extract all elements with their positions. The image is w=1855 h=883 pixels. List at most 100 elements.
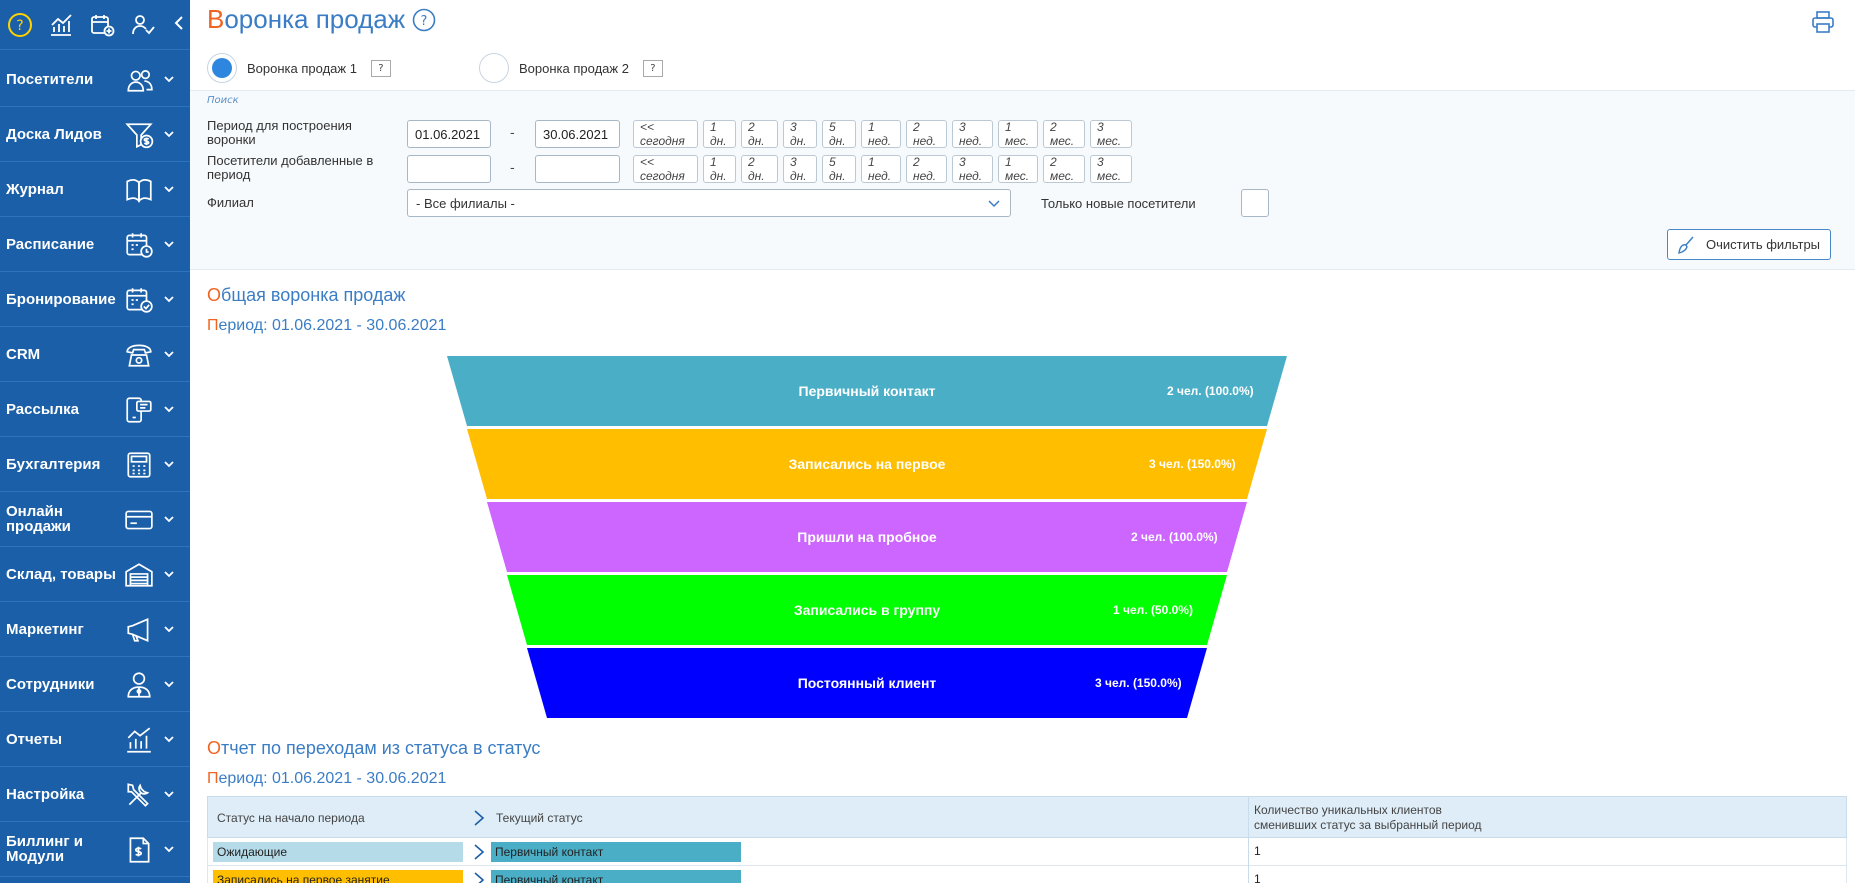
sidebar: ? Посетители Доска Лидов Журнал Расписание Б… [0, 0, 190, 883]
sidebar-item-book[interactable]: Журнал [0, 162, 190, 217]
svg-text:?: ? [16, 18, 23, 34]
sidebar-item-label: Бухгалтерия [6, 455, 101, 473]
calculator-icon [127, 452, 151, 478]
funnel-stage-value: 2 чел. (100.0%) [1131, 530, 1218, 544]
funnel-stage-label: Первичный контакт [799, 383, 936, 399]
header-current-status: Текущий статус [496, 811, 583, 825]
sidebar-item-employee[interactable]: Сотрудники [0, 657, 190, 712]
main-content: Воронка продаж ? Воронка продаж 1 ? Воро… [190, 0, 1855, 883]
sidebar-menu: Посетители Доска Лидов Журнал Расписание Бро… [0, 52, 190, 877]
chevron-down-icon[interactable] [162, 787, 176, 801]
analytics-icon[interactable] [47, 11, 75, 39]
sidebar-item-label: Склад, товары [6, 565, 116, 583]
chevron-down-icon[interactable] [162, 402, 176, 416]
sidebar-item-label: Настройка [6, 785, 85, 803]
calendar-check-icon [126, 288, 153, 313]
table-row: Записались на первое занятие Первичный ко… [207, 866, 1847, 883]
sidebar-item-calendar-clock[interactable]: Расписание [0, 217, 190, 272]
funnel-stage[interactable]: Записались на первое 3 чел. (150.0%) [467, 429, 1267, 499]
chevron-down-icon[interactable] [162, 237, 176, 251]
chevron-down-icon[interactable] [162, 72, 176, 86]
sidebar-item-label: Журнал [6, 180, 64, 198]
sidebar-item-mobile-message[interactable]: Рассылка [0, 382, 190, 437]
user-check-icon[interactable] [129, 11, 157, 39]
warehouse-icon [125, 563, 153, 587]
sidebar-item-label: Посетители [6, 70, 94, 88]
funnel-stage-label: Записались на первое [789, 456, 946, 472]
sidebar-item-calendar-check[interactable]: Бронирование [0, 272, 190, 327]
header-start-status: Статус на начало периода [217, 811, 365, 825]
sidebar-item-calculator[interactable]: Бухгалтерия [0, 437, 190, 492]
help-icon[interactable]: ? [6, 11, 34, 39]
sidebar-item-phone[interactable]: CRM [0, 327, 190, 382]
sidebar-item-label: Онлайн продажи [6, 503, 71, 535]
transition-count: 1 [1254, 844, 1261, 858]
sidebar-item-funnel-dollar[interactable]: Доска Лидов [0, 107, 190, 162]
funnel-stage[interactable]: Пришли на пробное 2 чел. (100.0%) [487, 502, 1247, 572]
sidebar-item-label: Доска Лидов [6, 125, 102, 143]
funnel-stage[interactable]: Первичный контакт 2 чел. (100.0%) [447, 356, 1287, 426]
sidebar-item-label: Бронирование [6, 290, 116, 308]
chevron-down-icon[interactable] [162, 127, 176, 141]
sidebar-item-users[interactable]: Посетители [0, 52, 190, 107]
calendar-clock-icon [126, 233, 153, 258]
funnel-stage-value: 3 чел. (150.0%) [1149, 457, 1236, 471]
users-icon [127, 70, 153, 92]
funnel-stage-value: 1 чел. (50.0%) [1113, 603, 1193, 617]
header-count: Количество уникальных клиентов сменивших… [1254, 797, 1482, 839]
sidebar-item-label: Рассылка [6, 400, 80, 418]
chevron-down-icon[interactable] [162, 347, 176, 361]
chevron-down-icon[interactable] [162, 842, 176, 856]
column-divider [1248, 866, 1249, 883]
header-count-line2: сменивших статус за выбранный период [1254, 818, 1482, 832]
report-title-rest: тчет по переходам из статуса в статус [221, 738, 541, 758]
sidebar-toolbar: ? [0, 0, 190, 50]
column-divider [1248, 797, 1249, 839]
app-root: ? Посетители Доска Лидов Журнал Расписание Б… [0, 0, 1855, 883]
funnel-stage-label: Пришли на пробное [797, 529, 937, 545]
chevron-right-icon [474, 844, 485, 860]
sidebar-item-megaphone[interactable]: Маркетинг [0, 602, 190, 657]
chevron-down-icon[interactable] [162, 622, 176, 636]
tools-icon [127, 783, 150, 807]
chevron-down-icon[interactable] [162, 732, 176, 746]
chevron-right-icon [474, 872, 485, 883]
chevron-down-icon[interactable] [162, 182, 176, 196]
sidebar-item-label: Отчеты [6, 730, 63, 748]
funnel-stage-value: 3 чел. (150.0%) [1095, 676, 1182, 690]
table-row: Ожидающие Первичный контакт 1 [207, 838, 1847, 866]
chevron-down-icon[interactable] [162, 677, 176, 691]
to-status: Первичный контакт [491, 842, 741, 862]
report-period: Период: 01.06.2021 - 30.06.2021 [207, 770, 446, 788]
funnel-stage[interactable]: Записались в группу 1 чел. (50.0%) [507, 575, 1227, 645]
report-title: Отчет по переходам из статуса в статус [207, 738, 540, 759]
funnel-stage[interactable]: Постоянный клиент 3 чел. (150.0%) [527, 648, 1207, 718]
add-event-icon[interactable] [88, 11, 116, 39]
from-status: Ожидающие [213, 842, 463, 862]
sidebar-item-billing-doc[interactable]: Биллинг и Модули [0, 822, 190, 877]
phone-icon [126, 344, 152, 367]
column-divider [1248, 838, 1249, 866]
chevron-down-icon[interactable] [162, 457, 176, 471]
sidebar-item-label: Биллинг и Модули [6, 833, 83, 865]
sidebar-item-tools[interactable]: Настройка [0, 767, 190, 822]
credit-card-icon [125, 510, 153, 530]
chevron-down-icon[interactable] [162, 567, 176, 581]
sidebar-item-label: Расписание [6, 235, 95, 253]
book-icon [126, 179, 152, 203]
billing-doc-icon [129, 837, 150, 863]
table-header-row: Статус на начало периода Текущий статус … [207, 796, 1847, 839]
sales-funnel-chart: Первичный контакт 2 чел. (100.0%) Записали… [447, 356, 1287, 718]
sidebar-item-warehouse[interactable]: Склад, товары [0, 547, 190, 602]
sidebar-item-chart[interactable]: Отчеты [0, 712, 190, 767]
report-period-rest: ериод: 01.06.2021 - 30.06.2021 [218, 770, 447, 787]
chart-icon [127, 727, 151, 753]
chevron-down-icon[interactable] [162, 512, 176, 526]
sidebar-item-credit-card[interactable]: Онлайн продажи [0, 492, 190, 547]
funnel-stage-label: Записались в группу [794, 602, 941, 618]
chevron-down-icon[interactable] [162, 292, 176, 306]
collapse-sidebar-icon[interactable] [174, 15, 184, 34]
sidebar-item-label: Маркетинг [6, 620, 84, 638]
from-status: Записались на первое занятие [213, 870, 463, 883]
employee-icon [127, 672, 151, 698]
